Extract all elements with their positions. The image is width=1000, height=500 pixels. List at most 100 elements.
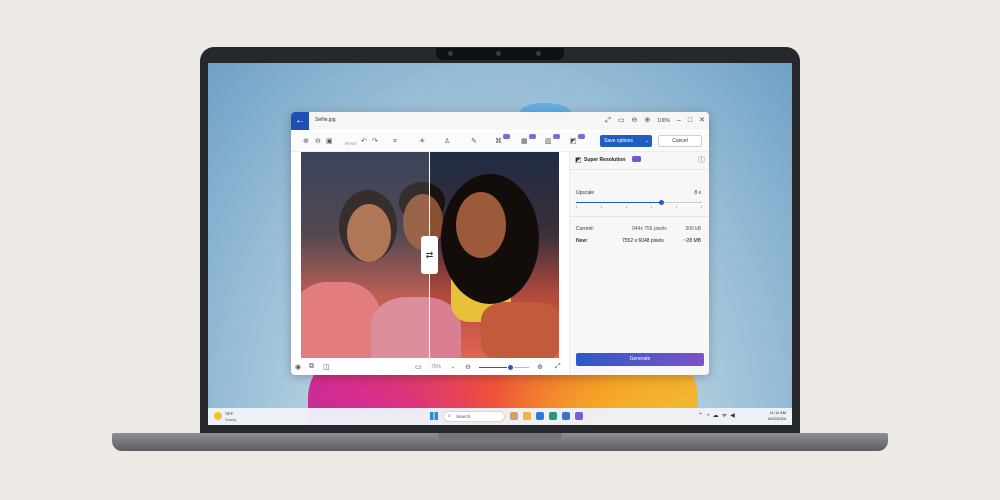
compare-swap-handle[interactable]: ⇄ [421,236,438,274]
redo-icon[interactable]: ↷ [372,137,378,147]
minimize-icon[interactable]: – [677,115,681,127]
markup-icon[interactable]: ✎ [471,137,477,147]
ai-badge [632,156,641,162]
new-label: New: [576,238,588,244]
info-icon[interactable]: ⓘ [698,155,705,165]
save-options-label: Save options [604,138,633,144]
system-tray-icons[interactable]: ⌃◔☁ᯤ◀ [698,411,738,419]
reset-button[interactable]: Reset [345,139,357,149]
zoom-in-icon[interactable]: ⊕ [303,137,309,147]
current-label: Current: [576,226,595,232]
compare-icon[interactable]: ⧉ [309,363,314,371]
close-icon[interactable]: ✕ [699,115,705,127]
expand-icon[interactable]: ⤢ [605,115,611,127]
zoom-slider[interactable] [479,364,529,371]
upscale-value: 8 x [694,190,701,196]
zoom-in-icon[interactable]: ⊕ [537,363,543,371]
clock-date: 6/22/2024 [768,416,786,421]
laptop-opening-notch [438,433,562,440]
app-icon[interactable] [549,412,557,420]
upscale-slider[interactable] [576,200,702,205]
fullscreen-icon[interactable]: ⤢ [555,363,561,371]
search-placeholder: Search [456,414,471,419]
current-size: 944x 756 pixels [632,226,667,232]
file-name: Selfie.jpg [315,117,336,123]
undo-icon[interactable]: ↶ [361,137,367,147]
zoom-slider-thumb[interactable] [506,364,514,371]
restyle-icon[interactable]: ▥ [545,137,552,147]
ai-badge [503,134,510,139]
photos-app-icon[interactable] [575,412,583,420]
weather-condition[interactable]: Sunny [225,417,236,422]
camera-sensor-icon [536,51,541,56]
adjust-icon[interactable]: ☀ [419,137,425,147]
original-half-overlay [301,152,429,358]
super-resolution-icon: ◩ [575,157,582,164]
divider [570,169,709,170]
ai-badge [578,134,585,139]
generate-button[interactable]: Generate [576,353,704,366]
filter-icon[interactable]: ♙ [444,137,450,147]
camera-sensor-icon [448,51,453,56]
slider-tick [626,206,627,208]
title-bar: ← Selfie.jpg ⤢ ▭ ⊖ ⊕ 100% – □ ✕ [291,112,709,130]
taskbar-search[interactable]: ⌕ Search [443,411,505,422]
save-options-button[interactable]: Save options ⌄ [600,135,652,147]
ai-badge [529,134,536,139]
file-explorer-icon[interactable] [523,412,531,420]
side-by-side-icon[interactable]: ◫ [323,363,330,371]
slider-tick [576,206,577,208]
fit-screen-icon[interactable]: ▭ [415,363,422,371]
cancel-button[interactable]: Cancel [658,135,702,147]
canvas-bottom-bar: ◉ ⧉ ◫ ▭ 75% ⌄ ⊖ ⊕ ⤢ [291,360,569,375]
new-file-size: ~28 MB [683,238,701,244]
upscale-slider-fill [576,202,662,203]
back-button[interactable]: ← [291,112,309,130]
slider-tick [701,206,702,208]
upscale-ticks [576,206,702,208]
zoom-dropdown[interactable]: 75% [431,364,441,370]
divider [570,216,709,217]
upscale-label: Upscale [576,190,595,196]
person-face [456,192,506,258]
new-size: 7552 x 6048 pixels [622,238,664,244]
maximize-icon[interactable]: □ [688,115,692,127]
chevron-down-icon[interactable]: ⌄ [451,364,455,370]
zoom-out-icon[interactable]: ⊖ [465,363,471,371]
crop-icon[interactable]: ⌗ [393,137,397,147]
photos-app-window: ← Selfie.jpg ⤢ ▭ ⊖ ⊕ 100% – □ ✕ ⊕ ⊖ ▣ Re… [291,112,709,375]
edge-icon[interactable] [536,412,544,420]
title-bar-controls: ⤢ ▭ ⊖ ⊕ 100% – □ ✕ [605,115,705,127]
zoom-out-icon[interactable]: ⊖ [315,137,321,147]
super-resolution-icon[interactable]: ◩ [570,137,577,147]
photo-canvas[interactable]: ⇄ [301,152,559,358]
panel-title: Super Resolution [584,157,626,163]
super-resolution-panel: ◩ Super Resolution ⓘ Upscale 8 x Current… [569,152,709,375]
zoom-out-icon[interactable]: ⊖ [631,115,637,127]
webcam-bar [436,48,564,60]
erase-icon[interactable]: ⌘ [495,137,502,147]
start-icon[interactable] [430,412,438,420]
fit-icon[interactable]: ▣ [326,137,333,147]
background-icon[interactable]: ▦ [521,137,528,147]
store-icon[interactable] [562,412,570,420]
taskbar: 78°F Sunny ⌕ Search ⌃◔☁ᯤ◀ 11:11 AM 6/22/… [208,408,792,425]
app-icon-copilot[interactable] [510,412,518,420]
slider-tick [651,206,652,208]
zoom-in-icon[interactable]: ⊕ [644,115,650,127]
zoom-level: 100% [657,118,670,124]
reaching-hand [481,302,559,358]
search-icon: ⌕ [448,413,451,419]
weather-temperature[interactable]: 78°F [225,411,234,416]
eye-icon[interactable]: ◉ [295,363,301,371]
camera-lens-icon [496,51,501,56]
ai-badge [553,134,560,139]
clock[interactable]: 11:11 AM 6/22/2024 [768,410,786,422]
upscale-slider-thumb[interactable] [659,200,665,205]
slider-tick [601,206,602,208]
fit-window-icon[interactable]: ▭ [618,115,625,127]
sun-icon[interactable] [214,412,222,420]
zoom-slider-fill [479,367,510,368]
slider-tick [676,206,677,208]
current-file-size: 300 kB [685,226,701,232]
